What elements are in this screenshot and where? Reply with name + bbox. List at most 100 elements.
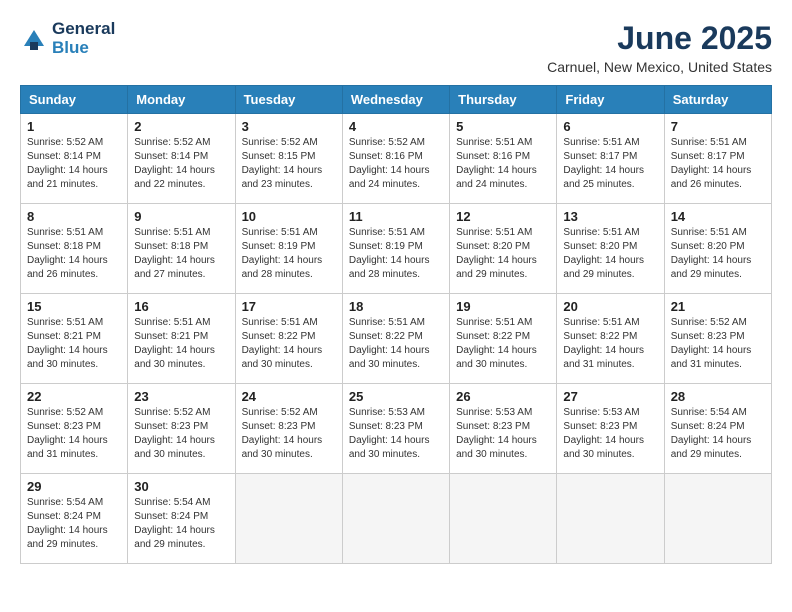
- day-number: 16: [134, 299, 228, 314]
- day-number: 5: [456, 119, 550, 134]
- day-number: 23: [134, 389, 228, 404]
- day-number: 29: [27, 479, 121, 494]
- calendar-table: SundayMondayTuesdayWednesdayThursdayFrid…: [20, 85, 772, 564]
- day-number: 18: [349, 299, 443, 314]
- calendar-day-cell: 23 Sunrise: 5:52 AMSunset: 8:23 PMDaylig…: [128, 384, 235, 474]
- calendar-week-row: 29 Sunrise: 5:54 AMSunset: 8:24 PMDaylig…: [21, 474, 772, 564]
- calendar-day-cell: 6 Sunrise: 5:51 AMSunset: 8:17 PMDayligh…: [557, 114, 664, 204]
- day-number: 12: [456, 209, 550, 224]
- day-number: 27: [563, 389, 657, 404]
- calendar-day-cell: 17 Sunrise: 5:51 AMSunset: 8:22 PMDaylig…: [235, 294, 342, 384]
- day-number: 19: [456, 299, 550, 314]
- calendar-day-cell: 30 Sunrise: 5:54 AMSunset: 8:24 PMDaylig…: [128, 474, 235, 564]
- day-info: Sunrise: 5:51 AMSunset: 8:21 PMDaylight:…: [134, 317, 215, 370]
- calendar-week-row: 15 Sunrise: 5:51 AMSunset: 8:21 PMDaylig…: [21, 294, 772, 384]
- calendar-week-row: 1 Sunrise: 5:52 AMSunset: 8:14 PMDayligh…: [21, 114, 772, 204]
- weekday-header: Saturday: [664, 86, 771, 114]
- weekday-header: Tuesday: [235, 86, 342, 114]
- day-info: Sunrise: 5:54 AMSunset: 8:24 PMDaylight:…: [671, 407, 752, 460]
- calendar-day-cell: 2 Sunrise: 5:52 AMSunset: 8:14 PMDayligh…: [128, 114, 235, 204]
- day-info: Sunrise: 5:51 AMSunset: 8:19 PMDaylight:…: [242, 227, 323, 280]
- day-info: Sunrise: 5:51 AMSunset: 8:20 PMDaylight:…: [456, 227, 537, 280]
- calendar-day-cell: 4 Sunrise: 5:52 AMSunset: 8:16 PMDayligh…: [342, 114, 449, 204]
- calendar-day-cell: 12 Sunrise: 5:51 AMSunset: 8:20 PMDaylig…: [450, 204, 557, 294]
- day-info: Sunrise: 5:53 AMSunset: 8:23 PMDaylight:…: [349, 407, 430, 460]
- calendar-day-cell: 27 Sunrise: 5:53 AMSunset: 8:23 PMDaylig…: [557, 384, 664, 474]
- calendar-day-cell: [235, 474, 342, 564]
- calendar-day-cell: 29 Sunrise: 5:54 AMSunset: 8:24 PMDaylig…: [21, 474, 128, 564]
- day-info: Sunrise: 5:51 AMSunset: 8:21 PMDaylight:…: [27, 317, 108, 370]
- day-number: 8: [27, 209, 121, 224]
- calendar-day-cell: 11 Sunrise: 5:51 AMSunset: 8:19 PMDaylig…: [342, 204, 449, 294]
- calendar-day-cell: 1 Sunrise: 5:52 AMSunset: 8:14 PMDayligh…: [21, 114, 128, 204]
- day-number: 26: [456, 389, 550, 404]
- day-info: Sunrise: 5:51 AMSunset: 8:22 PMDaylight:…: [563, 317, 644, 370]
- calendar-day-cell: 5 Sunrise: 5:51 AMSunset: 8:16 PMDayligh…: [450, 114, 557, 204]
- day-info: Sunrise: 5:51 AMSunset: 8:19 PMDaylight:…: [349, 227, 430, 280]
- day-info: Sunrise: 5:53 AMSunset: 8:23 PMDaylight:…: [563, 407, 644, 460]
- calendar-week-row: 22 Sunrise: 5:52 AMSunset: 8:23 PMDaylig…: [21, 384, 772, 474]
- weekday-header: Thursday: [450, 86, 557, 114]
- calendar-day-cell: 7 Sunrise: 5:51 AMSunset: 8:17 PMDayligh…: [664, 114, 771, 204]
- day-info: Sunrise: 5:51 AMSunset: 8:22 PMDaylight:…: [242, 317, 323, 370]
- day-info: Sunrise: 5:52 AMSunset: 8:14 PMDaylight:…: [134, 137, 215, 190]
- day-info: Sunrise: 5:52 AMSunset: 8:23 PMDaylight:…: [242, 407, 323, 460]
- day-number: 28: [671, 389, 765, 404]
- day-number: 2: [134, 119, 228, 134]
- day-info: Sunrise: 5:51 AMSunset: 8:20 PMDaylight:…: [563, 227, 644, 280]
- calendar-day-cell: 25 Sunrise: 5:53 AMSunset: 8:23 PMDaylig…: [342, 384, 449, 474]
- weekday-header: Monday: [128, 86, 235, 114]
- weekday-header: Sunday: [21, 86, 128, 114]
- calendar-day-cell: [664, 474, 771, 564]
- calendar-day-cell: 16 Sunrise: 5:51 AMSunset: 8:21 PMDaylig…: [128, 294, 235, 384]
- day-info: Sunrise: 5:51 AMSunset: 8:17 PMDaylight:…: [563, 137, 644, 190]
- day-info: Sunrise: 5:52 AMSunset: 8:14 PMDaylight:…: [27, 137, 108, 190]
- day-number: 4: [349, 119, 443, 134]
- day-number: 9: [134, 209, 228, 224]
- day-info: Sunrise: 5:51 AMSunset: 8:22 PMDaylight:…: [349, 317, 430, 370]
- calendar-week-row: 8 Sunrise: 5:51 AMSunset: 8:18 PMDayligh…: [21, 204, 772, 294]
- day-info: Sunrise: 5:52 AMSunset: 8:23 PMDaylight:…: [671, 317, 752, 370]
- calendar-day-cell: 9 Sunrise: 5:51 AMSunset: 8:18 PMDayligh…: [128, 204, 235, 294]
- logo-general: General: [52, 20, 115, 39]
- logo-blue: Blue: [52, 39, 115, 58]
- day-number: 21: [671, 299, 765, 314]
- day-number: 20: [563, 299, 657, 314]
- calendar-day-cell: [557, 474, 664, 564]
- day-info: Sunrise: 5:51 AMSunset: 8:17 PMDaylight:…: [671, 137, 752, 190]
- calendar-day-cell: 20 Sunrise: 5:51 AMSunset: 8:22 PMDaylig…: [557, 294, 664, 384]
- day-info: Sunrise: 5:51 AMSunset: 8:20 PMDaylight:…: [671, 227, 752, 280]
- day-info: Sunrise: 5:53 AMSunset: 8:23 PMDaylight:…: [456, 407, 537, 460]
- calendar-day-cell: 14 Sunrise: 5:51 AMSunset: 8:20 PMDaylig…: [664, 204, 771, 294]
- calendar-header-row: SundayMondayTuesdayWednesdayThursdayFrid…: [21, 86, 772, 114]
- day-info: Sunrise: 5:51 AMSunset: 8:18 PMDaylight:…: [134, 227, 215, 280]
- day-info: Sunrise: 5:52 AMSunset: 8:16 PMDaylight:…: [349, 137, 430, 190]
- calendar-day-cell: 13 Sunrise: 5:51 AMSunset: 8:20 PMDaylig…: [557, 204, 664, 294]
- calendar-day-cell: [450, 474, 557, 564]
- calendar-day-cell: 24 Sunrise: 5:52 AMSunset: 8:23 PMDaylig…: [235, 384, 342, 474]
- calendar-day-cell: [342, 474, 449, 564]
- weekday-header: Friday: [557, 86, 664, 114]
- day-number: 24: [242, 389, 336, 404]
- day-info: Sunrise: 5:52 AMSunset: 8:23 PMDaylight:…: [27, 407, 108, 460]
- location-title: Carnuel, New Mexico, United States: [547, 59, 772, 75]
- day-info: Sunrise: 5:51 AMSunset: 8:22 PMDaylight:…: [456, 317, 537, 370]
- calendar-day-cell: 22 Sunrise: 5:52 AMSunset: 8:23 PMDaylig…: [21, 384, 128, 474]
- day-number: 10: [242, 209, 336, 224]
- day-info: Sunrise: 5:52 AMSunset: 8:23 PMDaylight:…: [134, 407, 215, 460]
- month-title: June 2025: [547, 20, 772, 57]
- calendar-day-cell: 10 Sunrise: 5:51 AMSunset: 8:19 PMDaylig…: [235, 204, 342, 294]
- title-block: June 2025 Carnuel, New Mexico, United St…: [547, 20, 772, 75]
- day-number: 13: [563, 209, 657, 224]
- calendar-day-cell: 15 Sunrise: 5:51 AMSunset: 8:21 PMDaylig…: [21, 294, 128, 384]
- day-number: 14: [671, 209, 765, 224]
- day-info: Sunrise: 5:52 AMSunset: 8:15 PMDaylight:…: [242, 137, 323, 190]
- calendar-day-cell: 21 Sunrise: 5:52 AMSunset: 8:23 PMDaylig…: [664, 294, 771, 384]
- day-number: 1: [27, 119, 121, 134]
- day-number: 15: [27, 299, 121, 314]
- calendar-day-cell: 28 Sunrise: 5:54 AMSunset: 8:24 PMDaylig…: [664, 384, 771, 474]
- day-number: 17: [242, 299, 336, 314]
- page-header: General Blue June 2025 Carnuel, New Mexi…: [20, 20, 772, 75]
- day-number: 22: [27, 389, 121, 404]
- day-number: 3: [242, 119, 336, 134]
